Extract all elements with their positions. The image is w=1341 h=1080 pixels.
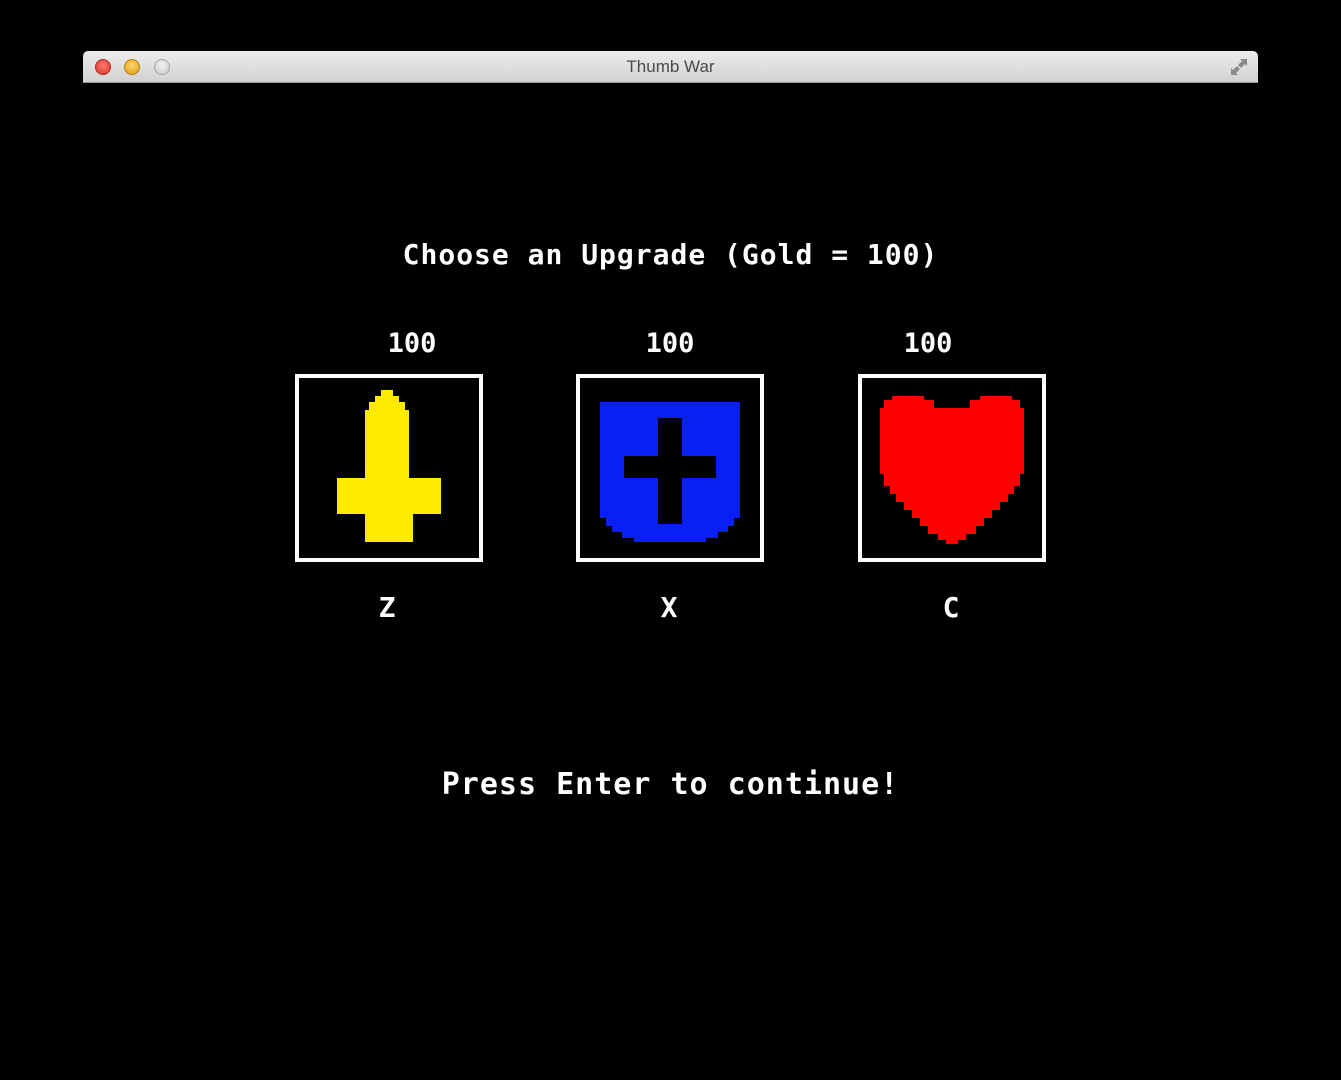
game-canvas: Choose an Upgrade (Gold = 100) 100 Z 100… bbox=[83, 83, 1258, 1080]
sword-upgrade-slot[interactable] bbox=[295, 374, 483, 562]
shield-icon bbox=[600, 402, 740, 542]
upgrade-heading: Choose an Upgrade (Gold = 100) bbox=[402, 238, 939, 271]
sword-hotkey: Z bbox=[378, 591, 396, 624]
shield-cost: 100 bbox=[645, 328, 695, 359]
title-bar[interactable]: Thumb War bbox=[83, 51, 1258, 83]
shield-upgrade-slot[interactable] bbox=[576, 374, 764, 562]
heart-hotkey: C bbox=[942, 591, 960, 624]
heart-upgrade-slot[interactable] bbox=[858, 374, 1046, 562]
fullscreen-icon[interactable] bbox=[1228, 56, 1250, 78]
heart-shape bbox=[880, 396, 1024, 544]
heart-cost: 100 bbox=[903, 328, 953, 359]
sword-icon bbox=[337, 390, 441, 542]
window-title: Thumb War bbox=[626, 57, 715, 76]
continue-prompt: Press Enter to continue! bbox=[441, 767, 900, 802]
shield-hotkey: X bbox=[660, 591, 678, 624]
heart-icon bbox=[880, 396, 1024, 544]
sword-shape bbox=[337, 390, 441, 542]
sword-cost: 100 bbox=[387, 328, 437, 359]
game-window: Thumb War Choose an Upgrade (Gold = 100)… bbox=[83, 51, 1258, 1080]
